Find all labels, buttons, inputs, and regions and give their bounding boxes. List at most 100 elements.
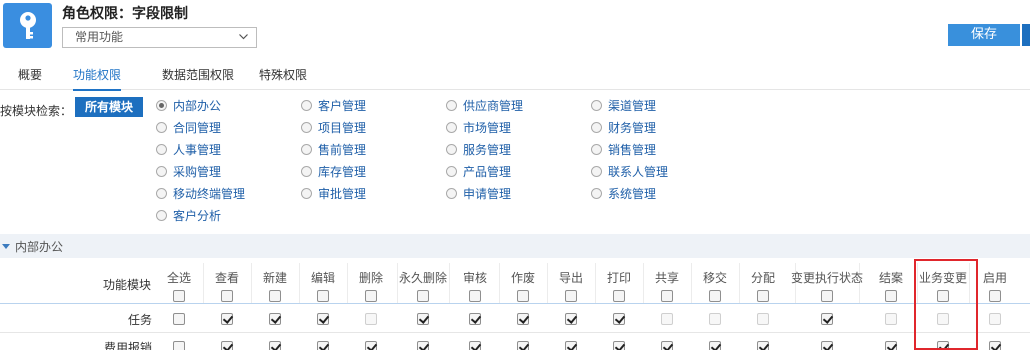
radio-button[interactable]: [156, 187, 167, 199]
radio-button[interactable]: [446, 165, 457, 177]
column-select-checkbox[interactable]: [885, 290, 897, 302]
dropdown-value: 常用功能: [75, 30, 124, 44]
save-button[interactable]: 保存: [948, 24, 1020, 46]
module-radio-item[interactable]: 客户分析: [156, 207, 221, 223]
permission-checkbox[interactable]: [417, 341, 429, 350]
module-radio-item[interactable]: 合同管理: [156, 119, 221, 135]
column-select-checkbox[interactable]: [821, 290, 833, 302]
radio-button[interactable]: [156, 99, 167, 111]
module-radio-label: 销售管理: [608, 142, 657, 157]
function-type-dropdown[interactable]: 常用功能: [62, 27, 257, 48]
module-radio-item[interactable]: 项目管理: [301, 119, 366, 135]
column-select-checkbox[interactable]: [989, 290, 1001, 302]
radio-button[interactable]: [591, 143, 602, 155]
column-select-checkbox[interactable]: [517, 290, 529, 302]
permission-checkbox[interactable]: [269, 341, 281, 350]
tab-overview[interactable]: 概要: [18, 66, 42, 89]
module-radio-item[interactable]: 联系人管理: [591, 163, 668, 179]
section-header[interactable]: 内部办公: [0, 234, 1030, 258]
permission-checkbox[interactable]: [565, 341, 577, 350]
radio-button[interactable]: [446, 143, 457, 155]
permission-checkbox[interactable]: [885, 341, 897, 350]
column-select-checkbox[interactable]: [565, 290, 577, 302]
module-radio-label: 内部办公: [173, 98, 222, 113]
module-radio-item[interactable]: 审批管理: [301, 185, 366, 201]
module-radio-label: 系统管理: [608, 186, 657, 201]
radio-button[interactable]: [446, 99, 457, 111]
permission-checkbox[interactable]: [613, 341, 625, 350]
module-radio-item[interactable]: 供应商管理: [446, 97, 523, 113]
module-radio-label: 财务管理: [608, 120, 657, 135]
module-radio-item[interactable]: 采购管理: [156, 163, 221, 179]
column-select-checkbox[interactable]: [757, 290, 769, 302]
column-select-checkbox[interactable]: [709, 290, 721, 302]
permission-checkbox[interactable]: [469, 313, 481, 325]
permission-checkbox[interactable]: [613, 313, 625, 325]
permission-checkbox[interactable]: [517, 313, 529, 325]
radio-button[interactable]: [591, 187, 602, 199]
module-radio-item[interactable]: 市场管理: [446, 119, 511, 135]
permission-checkbox[interactable]: [709, 341, 721, 350]
column-select-checkbox[interactable]: [469, 290, 481, 302]
radio-button[interactable]: [301, 143, 312, 155]
module-radio-item[interactable]: 系统管理: [591, 185, 656, 201]
permission-checkbox[interactable]: [517, 341, 529, 350]
column-select-checkbox[interactable]: [613, 290, 625, 302]
permission-checkbox[interactable]: [821, 313, 833, 325]
permission-checkbox[interactable]: [269, 313, 281, 325]
column-select-checkbox[interactable]: [269, 290, 281, 302]
permission-checkbox[interactable]: [565, 313, 577, 325]
module-radio-item[interactable]: 销售管理: [591, 141, 656, 157]
permission-checkbox[interactable]: [221, 341, 233, 350]
column-select-checkbox[interactable]: [661, 290, 673, 302]
tab-function-permissions[interactable]: 功能权限: [73, 66, 122, 91]
module-radio-item[interactable]: 人事管理: [156, 141, 221, 157]
radio-button[interactable]: [591, 165, 602, 177]
permission-checkbox[interactable]: [417, 313, 429, 325]
permission-checkbox[interactable]: [757, 341, 769, 350]
permission-checkbox[interactable]: [317, 313, 329, 325]
permission-checkbox[interactable]: [661, 341, 673, 350]
module-radio-item[interactable]: 渠道管理: [591, 97, 656, 113]
module-radio-label: 联系人管理: [608, 164, 669, 179]
radio-button[interactable]: [301, 187, 312, 199]
module-radio-item[interactable]: 库存管理: [301, 163, 366, 179]
module-radio-item[interactable]: 财务管理: [591, 119, 656, 135]
column-select-checkbox[interactable]: [365, 290, 377, 302]
radio-button[interactable]: [446, 187, 457, 199]
module-radio-item[interactable]: 产品管理: [446, 163, 511, 179]
permission-checkbox[interactable]: [173, 313, 185, 325]
radio-button[interactable]: [156, 143, 167, 155]
permission-checkbox[interactable]: [469, 341, 481, 350]
permission-checkbox[interactable]: [821, 341, 833, 350]
permission-checkbox[interactable]: [989, 341, 1001, 350]
module-radio-item[interactable]: 申请管理: [446, 185, 511, 201]
column-select-checkbox[interactable]: [221, 290, 233, 302]
radio-button[interactable]: [591, 99, 602, 111]
module-radio-item[interactable]: 服务管理: [446, 141, 511, 157]
radio-button[interactable]: [156, 121, 167, 133]
radio-button[interactable]: [156, 209, 167, 221]
tab-data-range-permissions[interactable]: 数据范围权限: [162, 66, 234, 89]
module-radio-label: 审批管理: [318, 186, 367, 201]
module-radio-item[interactable]: 售前管理: [301, 141, 366, 157]
permission-checkbox[interactable]: [365, 341, 377, 350]
radio-button[interactable]: [156, 165, 167, 177]
all-modules-button[interactable]: 所有模块: [75, 97, 143, 117]
permission-checkbox[interactable]: [173, 341, 185, 350]
column-select-checkbox[interactable]: [317, 290, 329, 302]
radio-button[interactable]: [301, 165, 312, 177]
radio-button[interactable]: [301, 121, 312, 133]
permission-checkbox[interactable]: [317, 341, 329, 350]
module-radio-item[interactable]: 客户管理: [301, 97, 366, 113]
permission-checkbox[interactable]: [221, 313, 233, 325]
radio-button[interactable]: [301, 99, 312, 111]
column-select-checkbox[interactable]: [417, 290, 429, 302]
radio-button[interactable]: [446, 121, 457, 133]
module-radio-item[interactable]: 移动终端管理: [156, 185, 245, 201]
module-radio-item[interactable]: 内部办公: [156, 97, 221, 113]
column-select-checkbox[interactable]: [173, 290, 185, 302]
tab-bar: 概要 功能权限 数据范围权限 特殊权限: [0, 60, 1030, 91]
tab-special-permissions[interactable]: 特殊权限: [259, 66, 307, 89]
radio-button[interactable]: [591, 121, 602, 133]
